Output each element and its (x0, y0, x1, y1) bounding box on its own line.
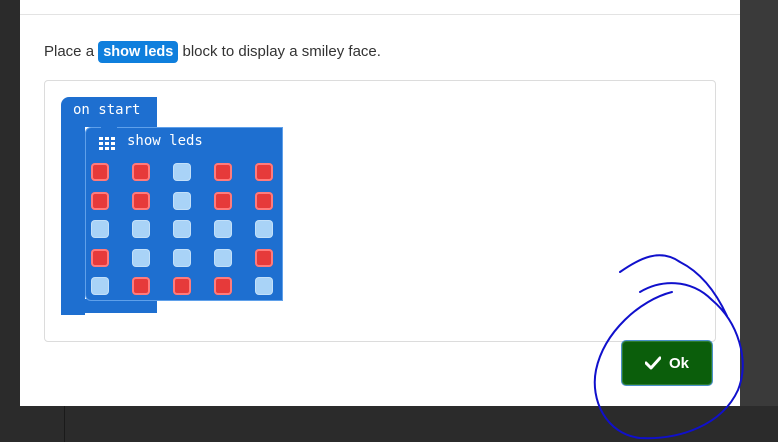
background-right (740, 0, 778, 442)
block-notch (101, 123, 117, 129)
led-cell[interactable] (214, 163, 232, 181)
led-cell[interactable] (173, 248, 191, 267)
led-cell[interactable] (91, 191, 109, 210)
on-start-label: on start (73, 102, 141, 118)
led-cell[interactable] (132, 191, 150, 210)
led-cell[interactable] (173, 163, 191, 181)
led-cell[interactable] (214, 220, 232, 238)
instruction-text: Place a show leds block to display a smi… (44, 40, 381, 64)
code-preview-panel: on start show leds (44, 80, 716, 342)
led-cell[interactable] (173, 191, 191, 210)
grid-icon (99, 137, 115, 151)
led-cell[interactable] (214, 277, 232, 295)
led-cell[interactable] (255, 220, 273, 238)
check-icon (644, 356, 661, 370)
on-start-block-side (61, 125, 85, 315)
led-cell[interactable] (132, 277, 150, 295)
led-grid (91, 163, 279, 295)
led-cell[interactable] (255, 277, 273, 295)
show-leds-chip: show leds (98, 41, 179, 63)
ok-button[interactable]: Ok (622, 341, 712, 385)
led-cell[interactable] (255, 248, 273, 267)
tutorial-dialog: Place a show leds block to display a smi… (20, 0, 740, 406)
background-bottom (0, 406, 778, 442)
led-cell[interactable] (255, 163, 273, 181)
background-divider (64, 406, 65, 442)
instruction-suffix: block to display a smiley face. (182, 43, 381, 60)
led-cell[interactable] (91, 220, 109, 238)
led-cell[interactable] (91, 248, 109, 267)
led-cell[interactable] (173, 220, 191, 238)
led-cell[interactable] (132, 163, 150, 181)
led-cell[interactable] (132, 248, 150, 267)
led-cell[interactable] (91, 163, 109, 181)
led-cell[interactable] (255, 191, 273, 210)
background-left (0, 0, 20, 442)
led-cell[interactable] (173, 277, 191, 295)
show-leds-label: show leds (127, 133, 203, 149)
led-cell[interactable] (132, 220, 150, 238)
led-cell[interactable] (91, 277, 109, 295)
dialog-header-divider (20, 14, 740, 15)
led-cell[interactable] (214, 191, 232, 210)
instruction-prefix: Place a (44, 43, 95, 60)
ok-label: Ok (668, 354, 689, 372)
led-cell[interactable] (214, 248, 232, 267)
on-start-block-bottom (61, 299, 157, 313)
